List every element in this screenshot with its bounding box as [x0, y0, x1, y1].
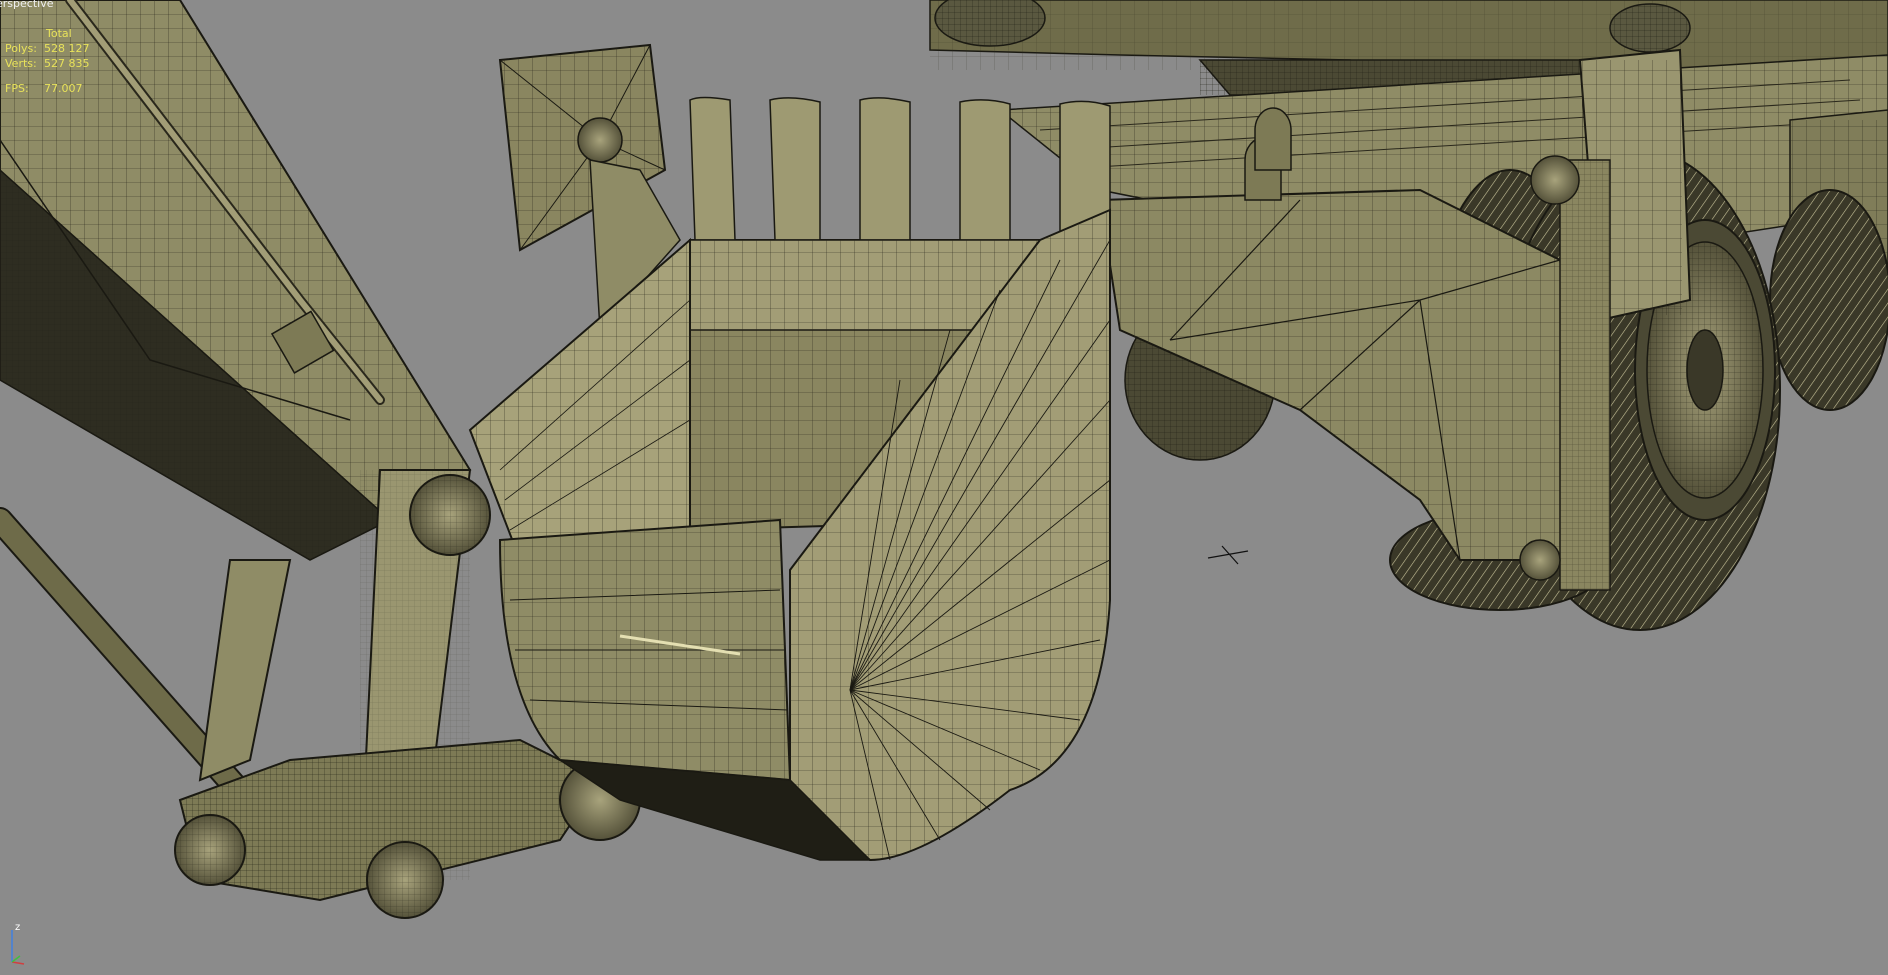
fps-value: 77.007: [44, 82, 83, 95]
viewport-label[interactable]: erspective: [0, 0, 53, 10]
polys-label: Polys:: [5, 42, 37, 55]
excavator-wireframe-scene[interactable]: [0, 0, 1888, 975]
crosshair-cursor-icon: [1207, 545, 1249, 565]
perspective-viewport[interactable]: erspective Total Polys: 528 127 Verts: 5…: [0, 0, 1888, 975]
fps-label: FPS:: [5, 82, 29, 95]
axis-z-label: z: [15, 922, 20, 933]
verts-label: Verts:: [5, 57, 37, 70]
verts-value: 527 835: [44, 57, 90, 70]
axis-tripod-icon: z: [11, 922, 25, 965]
polys-value: 528 127: [44, 42, 90, 55]
stats-total-header: Total: [46, 27, 72, 40]
